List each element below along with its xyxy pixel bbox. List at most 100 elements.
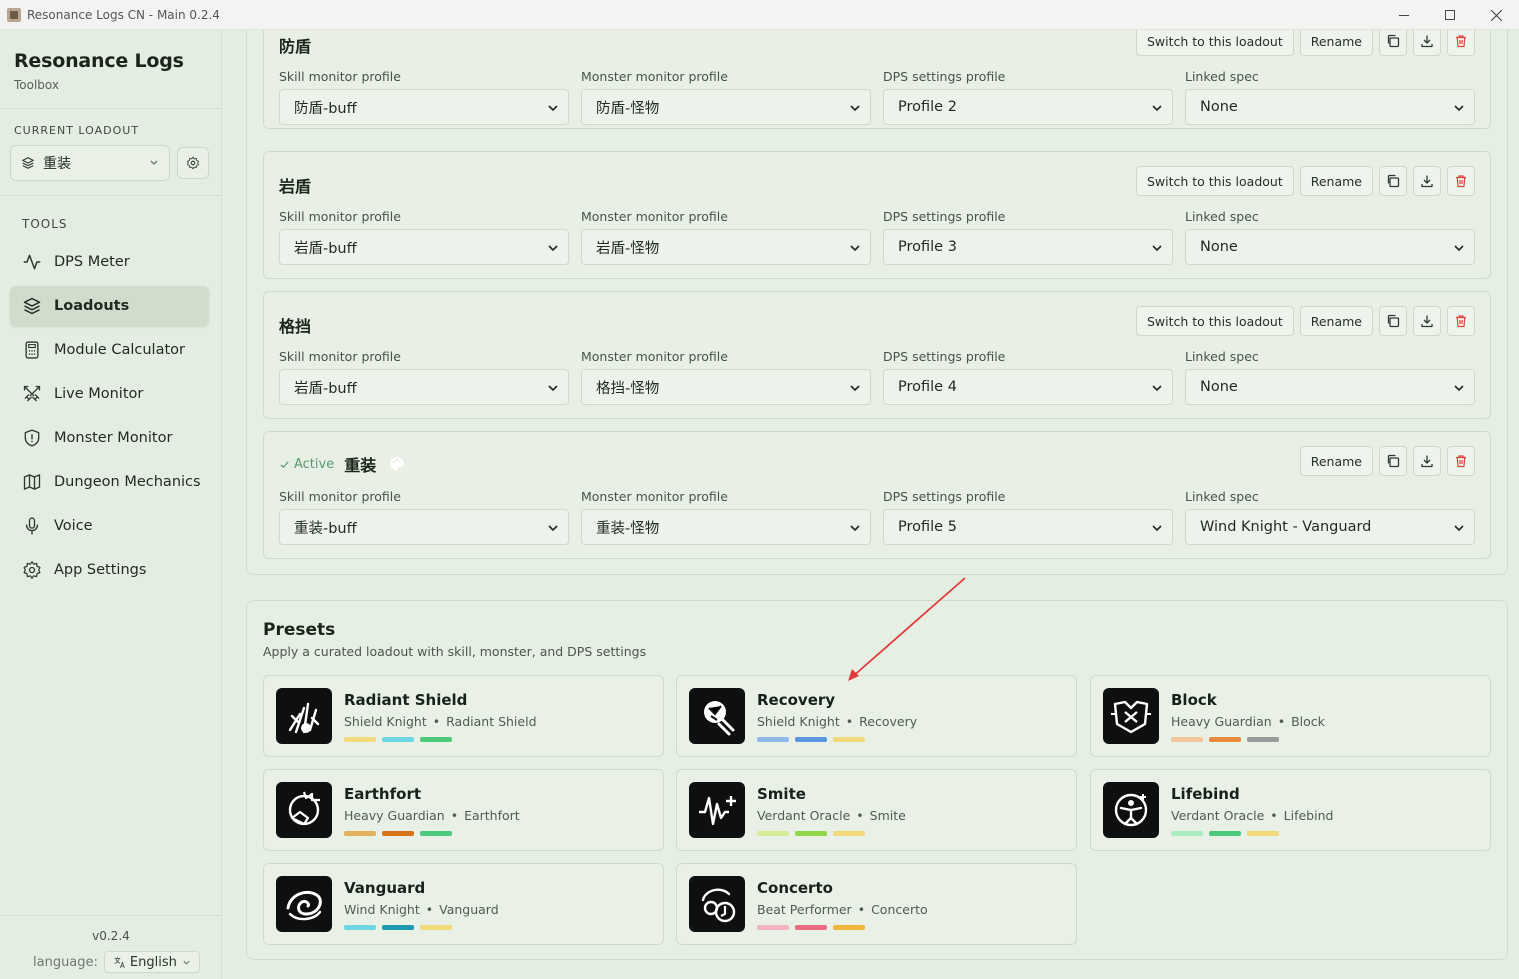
palette-icon[interactable] xyxy=(388,455,406,473)
rename-button[interactable]: Rename xyxy=(1299,306,1373,336)
minimize-button[interactable] xyxy=(1381,0,1427,30)
dps-profile-select[interactable]: Profile 2 xyxy=(883,89,1173,125)
current-loadout-value: 重装 xyxy=(43,156,71,172)
skill-profile-select[interactable]: 防盾-buff xyxy=(279,89,569,125)
switch-loadout-button[interactable]: Switch to this loadout xyxy=(1135,306,1294,336)
linked-spec-label: Linked spec xyxy=(1185,349,1259,364)
rename-button[interactable]: Rename xyxy=(1299,166,1373,196)
preset-color-bar xyxy=(382,925,414,930)
monster-profile-select[interactable]: 防盾-怪物 xyxy=(581,89,871,125)
skill-profile-select[interactable]: 岩盾-buff xyxy=(279,369,569,405)
language-select[interactable]: English xyxy=(103,951,200,973)
duplicate-button[interactable] xyxy=(1379,306,1407,336)
sidebar-item-loadouts[interactable]: Loadouts xyxy=(10,286,209,326)
current-loadout-select[interactable]: 重装 xyxy=(10,145,170,181)
export-button[interactable] xyxy=(1413,166,1441,196)
skill-profile-label: Skill monitor profile xyxy=(279,209,401,224)
delete-button[interactable] xyxy=(1447,446,1475,476)
preset-color-bars xyxy=(1171,737,1279,742)
dps-profile-select[interactable]: Profile 3 xyxy=(883,229,1173,265)
rename-button[interactable]: Rename xyxy=(1299,446,1373,476)
loadout-settings-button[interactable] xyxy=(177,147,209,179)
trash-icon xyxy=(1456,315,1466,328)
preset-class: Heavy Guardian xyxy=(1171,714,1272,729)
switch-loadout-button[interactable]: Switch to this loadout xyxy=(1135,166,1294,196)
gear-icon xyxy=(186,156,200,170)
skill-profile-select[interactable]: 岩盾-buff xyxy=(279,229,569,265)
dps-profile-value: Profile 4 xyxy=(898,379,957,395)
active-label: Active xyxy=(294,456,335,472)
preset-class: Heavy Guardian xyxy=(344,808,445,823)
sidebar-nav: DPS Meter Loadouts Module Calculator Liv… xyxy=(10,242,209,594)
close-button[interactable] xyxy=(1473,0,1519,30)
sidebar-item-app-settings[interactable]: App Settings xyxy=(10,550,209,590)
dps-profile-select[interactable]: Profile 4 xyxy=(883,369,1173,405)
preset-card-radiant-shield[interactable]: Radiant Shield Shield Knight • Radiant Shi… xyxy=(263,675,664,757)
sidebar-item-monster-monitor[interactable]: Monster Monitor xyxy=(10,418,209,458)
linked-spec-label: Linked spec xyxy=(1185,209,1259,224)
duplicate-button[interactable] xyxy=(1379,166,1407,196)
maximize-button[interactable] xyxy=(1427,0,1473,30)
linked-spec-select[interactable]: Wind Knight - Vanguard xyxy=(1185,509,1475,545)
sidebar-item-dungeon-mechanics[interactable]: Dungeon Mechanics xyxy=(10,462,209,502)
linked-spec-select[interactable]: None xyxy=(1185,229,1475,265)
preset-name: Concerto xyxy=(757,879,833,897)
preset-color-bar xyxy=(757,831,789,836)
preset-name: Block xyxy=(1171,691,1217,709)
preset-color-bar xyxy=(1247,737,1279,742)
linked-spec-select[interactable]: None xyxy=(1185,89,1475,125)
duplicate-button[interactable] xyxy=(1379,30,1407,56)
linked-spec-select[interactable]: None xyxy=(1185,369,1475,405)
switch-loadout-button[interactable]: Switch to this loadout xyxy=(1135,30,1294,56)
lifebind-icon xyxy=(1103,782,1159,838)
export-button[interactable] xyxy=(1413,306,1441,336)
recovery-icon xyxy=(689,688,745,744)
duplicate-button[interactable] xyxy=(1379,446,1407,476)
monster-profile-label: Monster monitor profile xyxy=(581,489,728,504)
export-button[interactable] xyxy=(1413,446,1441,476)
delete-button[interactable] xyxy=(1447,306,1475,336)
delete-button[interactable] xyxy=(1447,30,1475,56)
sidebar-item-module-calculator[interactable]: Module Calculator xyxy=(10,330,209,370)
skill-profile-label: Skill monitor profile xyxy=(279,489,401,504)
preset-card-earthfort[interactable]: Earthfort Heavy Guardian • Earthfort xyxy=(263,769,664,851)
download-icon xyxy=(1421,455,1433,468)
preset-card-vanguard[interactable]: Vanguard Wind Knight • Vanguard xyxy=(263,863,664,945)
preset-color-bar xyxy=(795,831,827,836)
sidebar-item-label: Dungeon Mechanics xyxy=(54,474,201,490)
app-icon xyxy=(7,7,21,22)
window-title: Resonance Logs CN - Main 0.2.4 xyxy=(27,7,220,22)
sidebar-item-voice[interactable]: Voice xyxy=(10,506,209,546)
skill-profile-value: 防盾-buff xyxy=(294,100,357,117)
linked-spec-label: Linked spec xyxy=(1185,489,1259,504)
smite-icon xyxy=(689,782,745,838)
monster-profile-select[interactable]: 格挡-怪物 xyxy=(581,369,871,405)
swords-icon xyxy=(23,385,41,402)
dps-profile-value: Profile 5 xyxy=(898,519,957,535)
sidebar-item-dps-meter[interactable]: DPS Meter xyxy=(10,242,209,282)
preset-spec: Vanguard xyxy=(439,902,499,917)
preset-card-lifebind[interactable]: Lifebind Verdant Oracle • Lifebind xyxy=(1090,769,1491,851)
dps-profile-select[interactable]: Profile 5 xyxy=(883,509,1173,545)
preset-color-bars xyxy=(344,831,452,836)
monster-profile-select[interactable]: 重装-怪物 xyxy=(581,509,871,545)
skill-profile-select[interactable]: 重装-buff xyxy=(279,509,569,545)
language-row: language: English xyxy=(33,951,200,973)
loadout-title-row: Active 重装 xyxy=(279,452,406,476)
sidebar-item-label: Live Monitor xyxy=(54,386,144,402)
preset-card-block[interactable]: Block Heavy Guardian • Block xyxy=(1090,675,1491,757)
preset-card-smite[interactable]: Smite Verdant Oracle • Smite xyxy=(676,769,1077,851)
preset-card-recovery[interactable]: Recovery Shield Knight • Recovery xyxy=(676,675,1077,757)
preset-color-bars xyxy=(344,925,452,930)
monster-profile-select[interactable]: 岩盾-怪物 xyxy=(581,229,871,265)
preset-spec: Concerto xyxy=(871,902,928,917)
preset-name: Earthfort xyxy=(344,785,422,803)
preset-color-bars xyxy=(344,737,452,742)
delete-button[interactable] xyxy=(1447,166,1475,196)
download-icon xyxy=(1421,35,1433,48)
export-button[interactable] xyxy=(1413,30,1441,56)
preset-card-concerto[interactable]: Concerto Beat Performer • Concerto xyxy=(676,863,1077,945)
rename-button[interactable]: Rename xyxy=(1299,30,1373,56)
preset-name: Vanguard xyxy=(344,879,426,897)
sidebar-item-live-monitor[interactable]: Live Monitor xyxy=(10,374,209,414)
